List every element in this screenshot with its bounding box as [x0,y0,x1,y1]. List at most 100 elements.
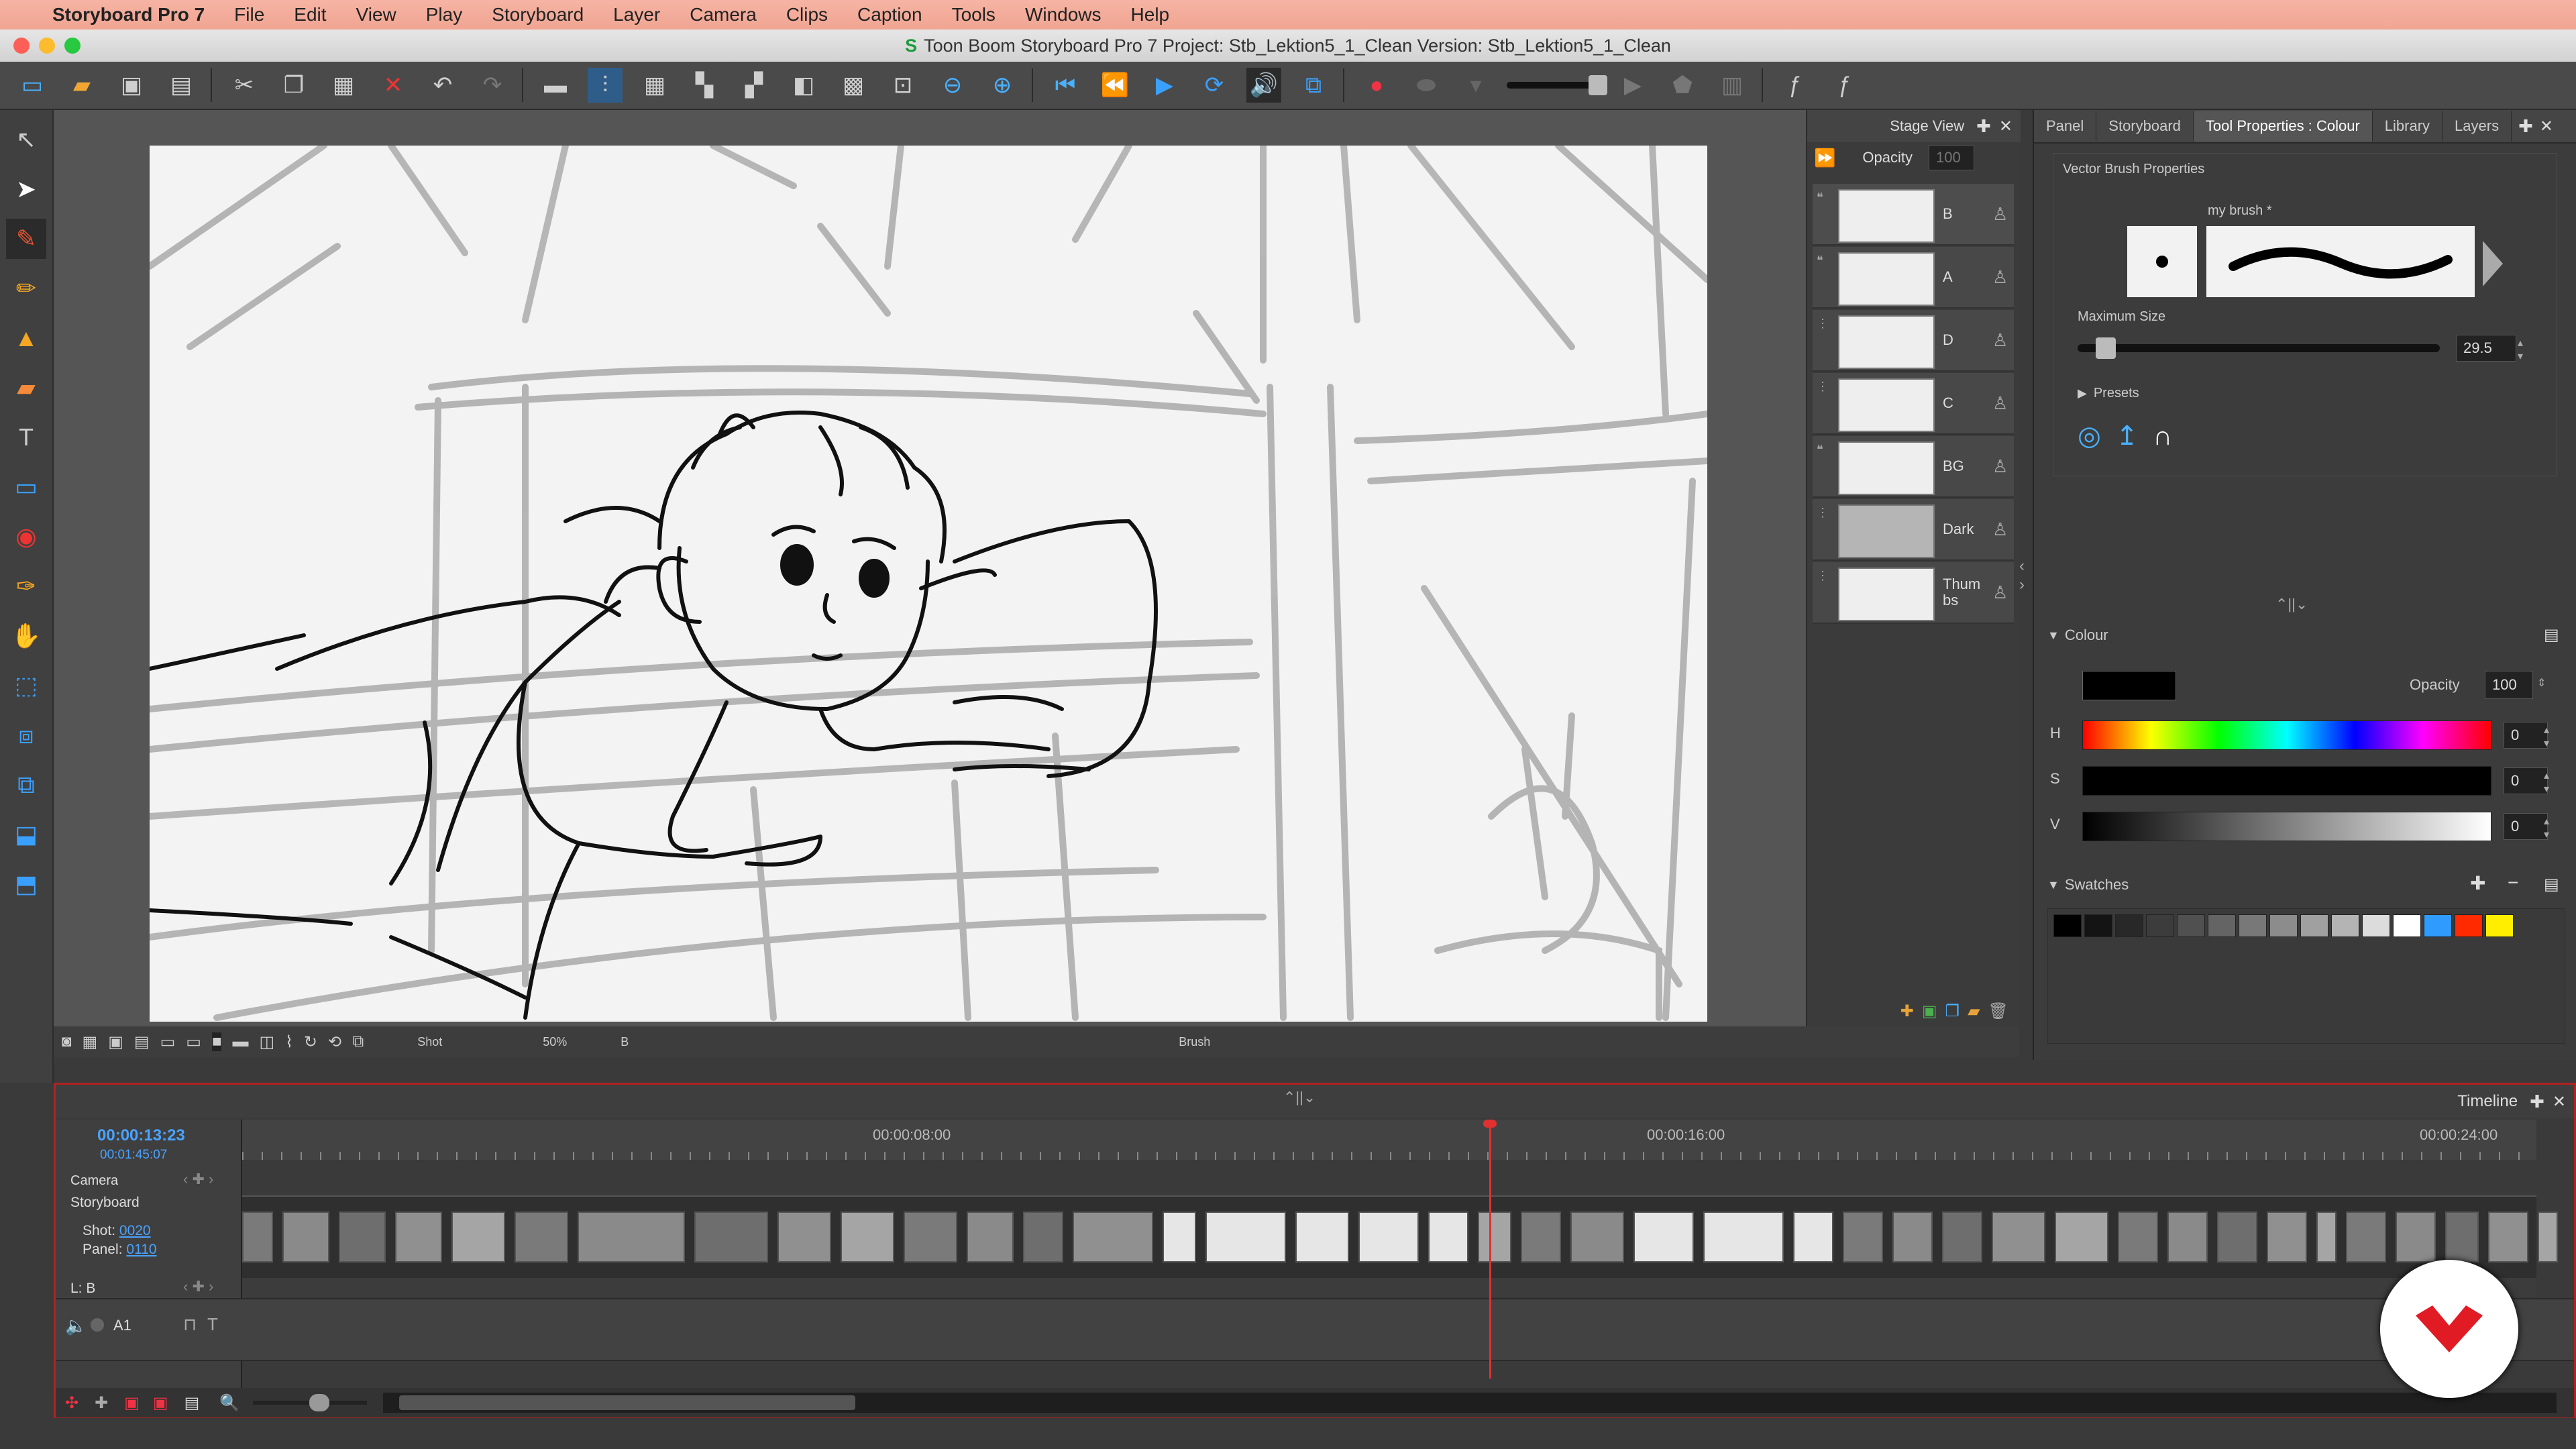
colour-section-header[interactable]: ▼ Colour [2047,627,2108,644]
saturation-stepper[interactable]: ▴ ▾ [2544,769,2549,796]
colour-swatch[interactable] [2053,914,2082,937]
drag-handle-icon[interactable]: ⋮ [1817,506,1829,553]
lock-icon[interactable]: ⊓ [183,1314,197,1335]
drag-handle-icon[interactable]: ❝ [1817,191,1829,237]
panel-thumbnail[interactable] [1428,1212,1468,1263]
colour-swatch[interactable] [2269,914,2298,937]
colour-opacity-field[interactable]: 100 [2485,671,2533,699]
timeline-scrollbar[interactable] [383,1393,2557,1413]
layer-row[interactable]: ⋮ C ♙ [1813,373,2014,435]
paste-icon[interactable]: ▦ [326,68,361,103]
loop-icon[interactable]: ⟳ [1197,68,1232,103]
panel-thumbnail[interactable] [2346,1212,2386,1263]
layer-opacity-field[interactable]: 100 [1928,145,1974,170]
timeline-view-icon[interactable]: ⫶ [588,68,623,103]
colour-swatch[interactable] [2424,914,2452,937]
zoom-out-icon[interactable]: ⊖ [935,68,970,103]
timeline-zoom-handle[interactable] [309,1394,330,1411]
timeline-zoom-slider[interactable] [253,1394,368,1411]
panel-thumbnail[interactable] [1892,1212,1933,1263]
stamp-tool-icon[interactable]: ▲ [6,318,46,358]
max-size-field[interactable]: 29.5 [2456,335,2516,362]
swatches-section-header[interactable]: ▼ Swatches [2047,876,2129,894]
presets-toggle[interactable]: ▶ Presets [2078,386,2139,401]
previous-panel-icon[interactable]: ⏪ [1097,68,1132,103]
colour-swatch[interactable] [2115,914,2143,937]
speaker-icon[interactable]: 🔈 [65,1316,87,1336]
export-icon[interactable]: ⊡ [885,68,920,103]
audio-track[interactable]: 🔈 A1 ⊓ T [56,1298,2574,1361]
menu-clips[interactable]: Clips [786,4,828,25]
menu-edit[interactable]: Edit [294,4,326,25]
camera-track-controls[interactable]: ‹ ✚ › [183,1171,213,1188]
layout-icon[interactable]: ▚ [687,68,722,103]
panel-thumbnail[interactable] [1023,1212,1063,1263]
drag-handle-icon[interactable]: ⋮ [1817,317,1829,364]
panel-thumbnail[interactable] [2118,1212,2158,1263]
sound-icon[interactable]: 🔊 [1246,68,1281,103]
function-icon[interactable]: ƒ [1778,68,1813,103]
mask-icon[interactable]: ▭ [160,1032,176,1052]
zoom-mode-dropdown[interactable]: Shot [417,1035,442,1049]
storyboard-track[interactable] [242,1195,2558,1280]
panel-thumbnail[interactable] [515,1212,568,1263]
menu-help[interactable]: Help [1131,4,1170,25]
save-icon[interactable]: ▣ [114,68,149,103]
add-view-icon[interactable]: ✚ [1976,116,1991,137]
add-keyframe-icon[interactable]: ✚ [95,1393,108,1413]
magnet-icon[interactable]: ∩ [2153,421,2172,451]
drawing-canvas[interactable] [146,142,1711,1022]
panel-link[interactable]: 0110 [126,1242,156,1257]
tab-storyboard[interactable]: Storyboard [2096,111,2194,142]
timeline-splitter-icon[interactable]: ⌃||⌄ [1283,1089,1316,1106]
panel-thumbnail[interactable] [1570,1212,1624,1263]
colour-swatch[interactable] [2239,914,2267,937]
contour-editor-icon[interactable]: ➤ [6,169,46,209]
smoothing-icon[interactable]: ◎ [2078,421,2101,451]
layer-visibility-icon[interactable]: ♙ [1992,393,2008,414]
reset-rotation-icon[interactable]: ⟲ [328,1032,341,1052]
stamp-icon[interactable]: ⬟ [1665,68,1700,103]
panel-thumbnail[interactable] [1163,1212,1196,1263]
zoom-in-icon[interactable]: ⊕ [985,68,1020,103]
eraser-tool-icon[interactable]: ▰ [6,368,46,408]
colour-swatch[interactable] [2208,914,2236,937]
menu-file[interactable]: File [234,4,264,25]
panel-thumbnail[interactable] [2396,1212,2436,1263]
grid-icon[interactable]: ▦ [83,1032,98,1052]
close-view-icon[interactable]: ✕ [2553,1092,2566,1112]
panel-thumbnail[interactable] [2488,1212,2528,1263]
grid-view-icon[interactable]: ▦ [637,68,672,103]
shot-link[interactable]: 0020 [119,1223,151,1238]
current-colour-swatch[interactable] [2082,671,2176,700]
stage-view-tab-label[interactable]: Stage View [1890,117,1964,135]
save-all-icon[interactable]: ▤ [164,68,199,103]
add-group-icon[interactable]: ▰ [1968,1002,1980,1021]
drag-handle-icon[interactable]: ⋮ [1817,380,1829,427]
panel-splitter-icon[interactable]: ‹ › [2019,557,2031,610]
playhead[interactable] [1483,1120,1497,1379]
copy-icon[interactable]: ❐ [276,68,311,103]
menu-camera[interactable]: Camera [690,4,757,25]
layer-track-controls[interactable]: ‹ ✚ › [183,1278,213,1295]
record-toggle[interactable] [91,1318,104,1332]
preview-icon[interactable]: ◫ [259,1032,274,1052]
panel-thumbnail[interactable] [1295,1212,1349,1263]
panel-thumbnail[interactable] [1478,1212,1511,1263]
hue-stepper[interactable]: ▴ ▾ [2544,723,2549,750]
camera-track[interactable] [242,1160,2536,1195]
brush-size-slider-handle[interactable] [1589,75,1607,95]
stroke-icon[interactable]: ⌇ [285,1032,293,1052]
section-splitter-icon[interactable]: ⌃||⌄ [2275,596,2308,613]
tab-layers[interactable]: Layers [2443,111,2512,142]
duplicate-layer-icon[interactable]: ❐ [1945,1002,1960,1021]
panel-thumbnail[interactable] [904,1212,957,1263]
colour-swatch[interactable] [2393,914,2421,937]
panel-thumbnail[interactable] [395,1212,442,1263]
layer-row[interactable]: ❝ A ♙ [1813,247,2014,309]
panel-thumbnail[interactable] [694,1212,768,1263]
menu-tools[interactable]: Tools [952,4,996,25]
pressure-icon[interactable]: ↥ [2116,421,2139,451]
brush-size-slider[interactable] [1507,75,1607,95]
new-project-icon[interactable]: ▭ [15,68,50,103]
